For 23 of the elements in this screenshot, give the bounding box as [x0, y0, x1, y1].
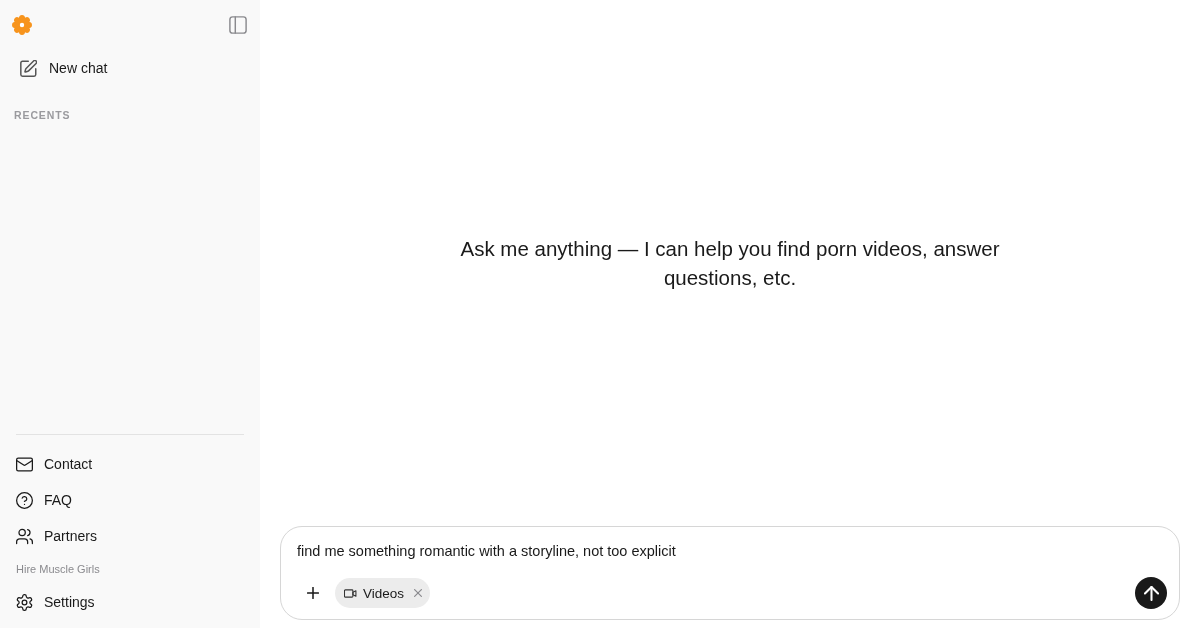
- sidebar-link[interactable]: Contact: [16, 446, 93, 482]
- video-icon: [344, 588, 357, 598]
- sidebar-link[interactable]: Partners: [16, 518, 97, 554]
- section-label: RECENTS: [14, 109, 71, 121]
- close-icon: [414, 589, 423, 597]
- message-composer[interactable]: find me something romantic with a storyline, not too explicit Videos: [280, 526, 1180, 620]
- users-icon: [16, 527, 33, 545]
- message-input[interactable]: find me something romantic with a storyline, not too explicit: [297, 539, 1167, 563]
- chip-label: Videos: [363, 585, 405, 601]
- settings-icon: [16, 593, 33, 611]
- new-chat-button[interactable]: New chat: [20, 56, 108, 80]
- flower-logo-icon: [12, 15, 32, 35]
- settings-link[interactable]: Settings: [16, 584, 95, 620]
- greeting-text: Ask me anything — I can help you find porn videos, answer questions, etc.: [459, 236, 1001, 291]
- sidebar-toggle-button[interactable]: [229, 16, 247, 34]
- edit-icon: [20, 59, 37, 77]
- help-icon: [16, 491, 33, 509]
- plus-icon: [307, 587, 319, 599]
- send-button[interactable]: [1135, 577, 1167, 609]
- sidebar-panel-icon: [229, 16, 247, 34]
- sidebar-link[interactable]: FAQ: [16, 482, 72, 518]
- mail-icon: [16, 455, 33, 473]
- filter-chip[interactable]: Videos: [335, 578, 431, 608]
